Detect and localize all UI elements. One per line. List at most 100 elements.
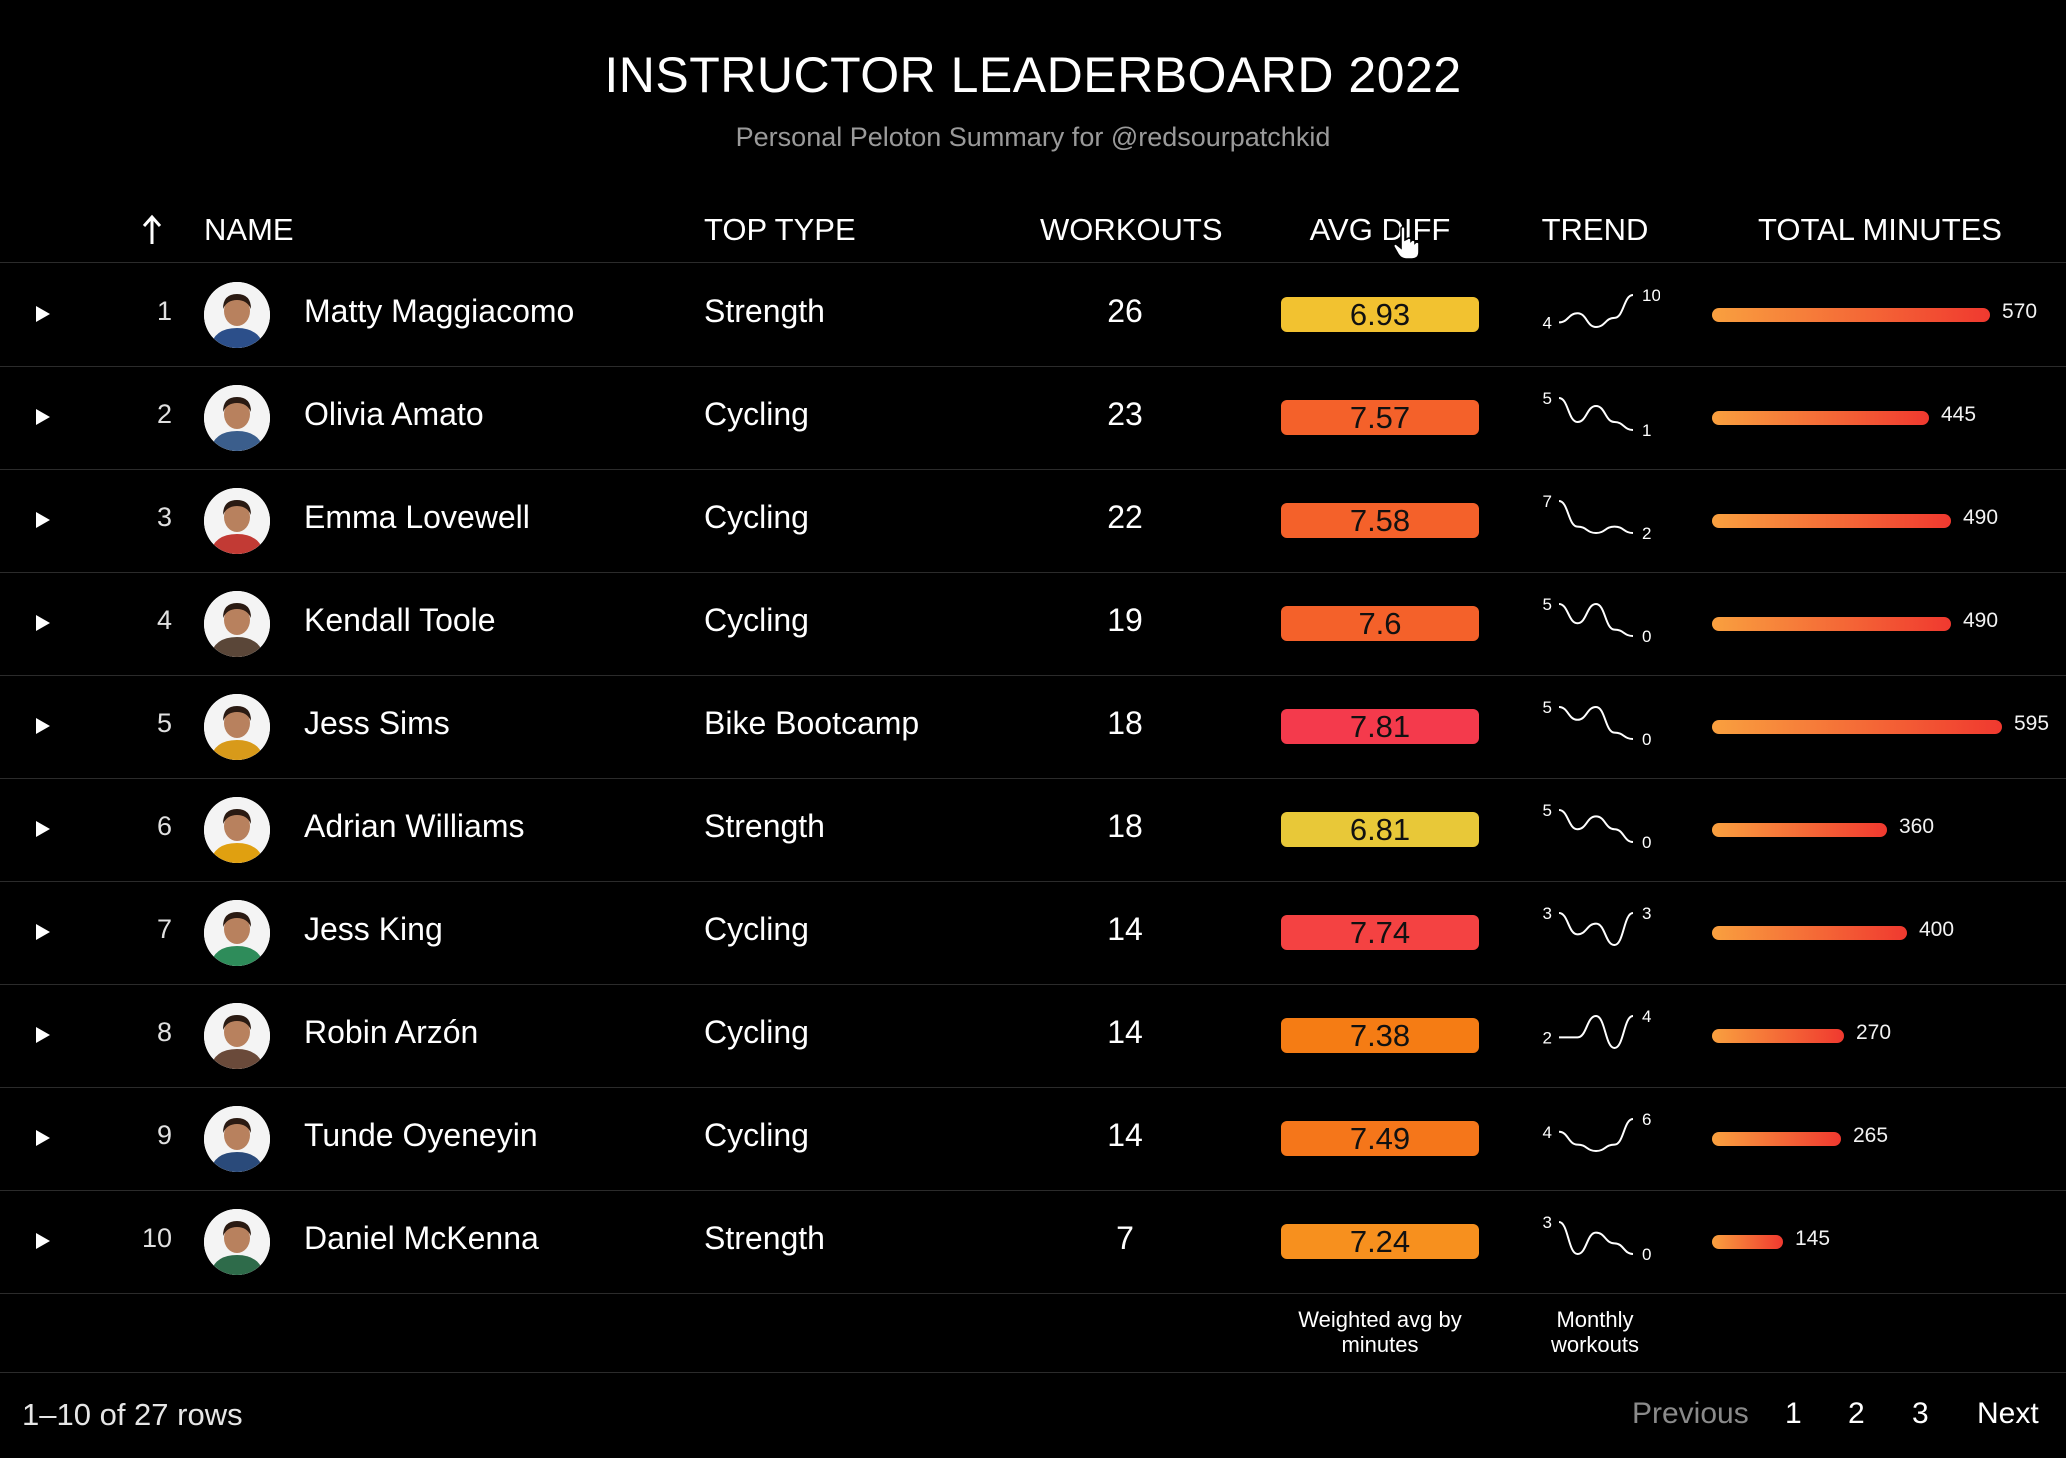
total-minutes-bar <box>1712 411 1929 425</box>
total-minutes-label: 490 <box>1963 506 1999 529</box>
top-type: Cycling <box>704 911 809 947</box>
trend-end-label: 0 <box>1642 730 1651 749</box>
trend-end-label: 4 <box>1642 1007 1651 1026</box>
workout-count: 18 <box>1107 705 1143 741</box>
trend-sparkline: 5 0 <box>1543 595 1652 646</box>
trend-end-label: 2 <box>1642 524 1651 543</box>
rank: 7 <box>156 914 172 944</box>
trend-start-label: 7 <box>1543 492 1552 511</box>
instructor-photo-icon <box>204 1003 270 1069</box>
workout-count: 14 <box>1107 911 1143 947</box>
play-triangle-icon[interactable] <box>28 505 58 535</box>
total-minutes-bar <box>1712 1029 1844 1043</box>
play-triangle-icon[interactable] <box>28 1226 58 1256</box>
avg-diff-badge: 6.81 <box>1281 812 1479 847</box>
total-minutes-bar <box>1712 926 1907 940</box>
trend-start-label: 3 <box>1543 1213 1552 1232</box>
column-header-trend[interactable]: TREND <box>1530 210 1660 250</box>
page-2-button[interactable]: 2 <box>1848 1397 1865 1431</box>
instructor-name: Jess King <box>304 911 443 947</box>
workout-count: 18 <box>1107 808 1143 844</box>
play-triangle-icon[interactable] <box>28 608 58 638</box>
instructor-photo-icon <box>204 282 270 348</box>
table-row[interactable]: 7 Jess King Cycling 14 7.74 3 3 400 <box>0 881 2066 985</box>
top-type: Cycling <box>704 396 809 432</box>
table-row[interactable]: 2 Olivia Amato Cycling 23 7.57 5 1 445 <box>0 366 2066 470</box>
play-triangle-icon[interactable] <box>28 917 58 947</box>
play-triangle-icon[interactable] <box>28 814 58 844</box>
top-type: Cycling <box>704 1014 809 1050</box>
previous-button[interactable]: Previous <box>1632 1397 1749 1431</box>
rank: 2 <box>156 399 172 429</box>
page-1-button[interactable]: 1 <box>1785 1397 1802 1431</box>
trend-end-label: 3 <box>1642 904 1651 923</box>
trend-start-label: 5 <box>1543 595 1552 614</box>
avatar <box>204 1106 270 1172</box>
column-header-top-type[interactable]: TOP TYPE <box>704 210 856 250</box>
trend-start-label: 3 <box>1543 904 1552 923</box>
rank: 4 <box>156 605 172 635</box>
column-header-workouts[interactable]: WORKOUTS <box>1040 210 1223 250</box>
trend-start-label: 5 <box>1543 389 1552 408</box>
instructor-photo-icon <box>204 1209 270 1275</box>
table-row[interactable]: 8 Robin Arzón Cycling 14 7.38 2 4 270 <box>0 984 2066 1088</box>
column-header-name[interactable]: NAME <box>204 210 294 250</box>
trend-end-label: 0 <box>1642 1245 1651 1264</box>
column-header-total-minutes[interactable]: TOTAL MINUTES <box>1712 210 2048 250</box>
top-type: Cycling <box>704 602 809 638</box>
workout-count: 23 <box>1107 396 1143 432</box>
page-title: INSTRUCTOR LEADERBOARD 2022 <box>604 47 1462 103</box>
instructor-name: Olivia Amato <box>304 396 484 432</box>
total-minutes-bar <box>1712 823 1887 837</box>
page-3-button[interactable]: 3 <box>1912 1397 1929 1431</box>
column-header-avg-diff[interactable]: AVG DIFF <box>1281 210 1479 250</box>
rank: 3 <box>156 502 172 532</box>
trend-end-label: 10 <box>1642 286 1660 305</box>
avatar <box>204 385 270 451</box>
total-minutes-label: 595 <box>2014 712 2050 735</box>
trend-sparkline: 5 0 <box>1543 801 1652 852</box>
workout-count: 26 <box>1107 293 1143 329</box>
avatar <box>204 797 270 863</box>
workout-count: 7 <box>1116 1220 1134 1256</box>
table-row[interactable]: 5 Jess Sims Bike Bootcamp 18 7.81 5 0 59… <box>0 675 2066 779</box>
total-minutes-bar <box>1712 1132 1841 1146</box>
rank: 10 <box>141 1223 172 1253</box>
next-button[interactable]: Next <box>1977 1397 2039 1431</box>
play-triangle-icon[interactable] <box>28 711 58 741</box>
play-triangle-icon[interactable] <box>28 402 58 432</box>
instructor-photo-icon <box>204 385 270 451</box>
trend-end-label: 0 <box>1642 833 1651 852</box>
avg-diff-badge: 7.49 <box>1281 1121 1479 1156</box>
rank: 1 <box>156 296 172 326</box>
total-minutes-bar <box>1712 514 1951 528</box>
table-row[interactable]: 4 Kendall Toole Cycling 19 7.6 5 0 490 <box>0 572 2066 676</box>
play-triangle-icon[interactable] <box>28 299 58 329</box>
top-type: Strength <box>704 1220 825 1256</box>
instructor-name: Matty Maggiacomo <box>304 293 575 329</box>
workout-count: 19 <box>1107 602 1143 638</box>
play-triangle-icon[interactable] <box>28 1123 58 1153</box>
trend-start-label: 2 <box>1543 1028 1552 1047</box>
trend-sparkline: 4 10 <box>1543 286 1660 332</box>
trend-start-label: 5 <box>1543 698 1552 717</box>
avatar <box>204 900 270 966</box>
top-type: Cycling <box>704 1117 809 1153</box>
trend-sparkline: 3 3 <box>1543 904 1651 947</box>
total-minutes-label: 570 <box>2002 300 2038 323</box>
workout-count: 22 <box>1107 499 1143 535</box>
workout-count: 14 <box>1107 1014 1143 1050</box>
rank: 9 <box>156 1120 172 1150</box>
table-row[interactable]: 3 Emma Lovewell Cycling 22 7.58 7 2 490 <box>0 469 2066 573</box>
up-arrow-icon[interactable] <box>138 210 166 250</box>
play-triangle-icon[interactable] <box>28 1020 58 1050</box>
table-row[interactable]: 9 Tunde Oyeneyin Cycling 14 7.49 4 6 265 <box>0 1087 2066 1191</box>
table-row[interactable]: 10 Daniel McKenna Strength 7 7.24 3 0 14… <box>0 1190 2066 1294</box>
trend-start-label: 4 <box>1543 313 1552 332</box>
table-row[interactable]: 1 Matty Maggiacomo Strength 26 6.93 4 10… <box>0 263 2066 367</box>
top-type: Strength <box>704 293 825 329</box>
table-row[interactable]: 6 Adrian Williams Strength 18 6.81 5 0 3… <box>0 778 2066 882</box>
workout-count: 14 <box>1107 1117 1143 1153</box>
avg-diff-badge: 7.81 <box>1281 709 1479 744</box>
instructor-photo-icon <box>204 488 270 554</box>
